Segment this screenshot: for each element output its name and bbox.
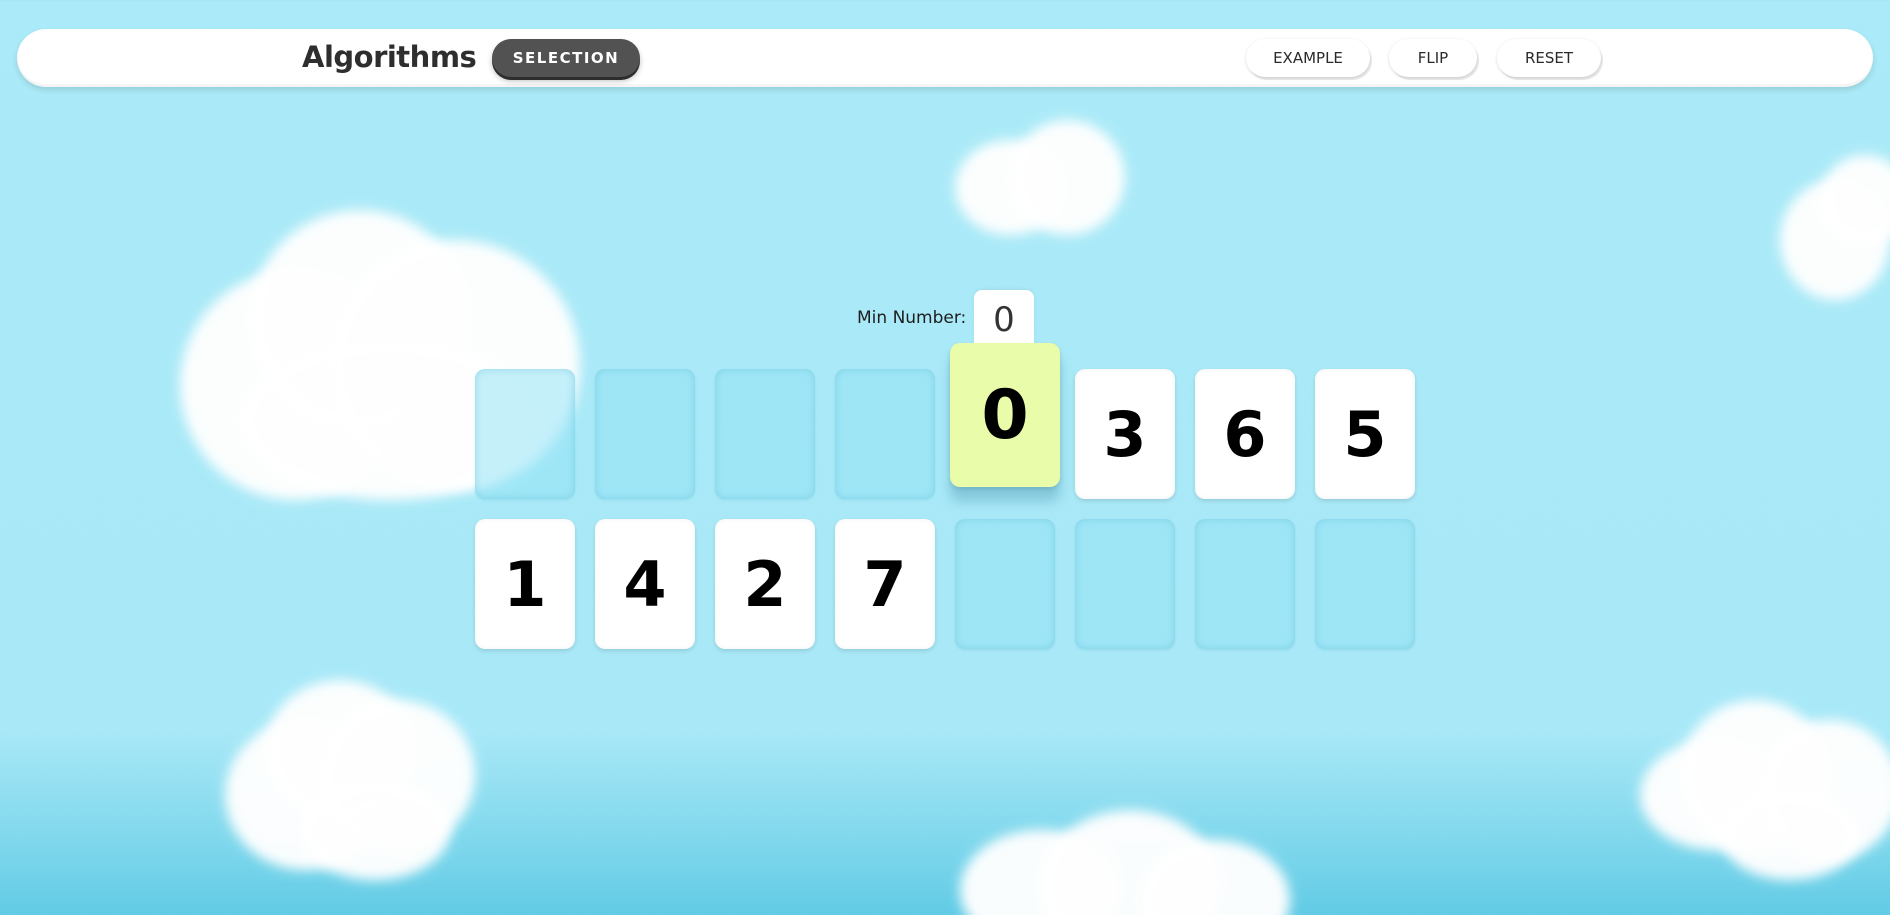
app-title: Algorithms [302,40,477,74]
number-card[interactable]: 5 [1315,369,1415,499]
sorted-card[interactable]: 1 [475,519,575,649]
min-number-label: Min Number: [857,308,967,328]
sorted-card[interactable]: 7 [835,519,935,649]
top-slot-3 [715,369,815,499]
reset-button[interactable]: RESET [1497,39,1601,77]
bottom-slot-8 [1315,519,1415,649]
algorithm-selection-button[interactable]: SELECTION [492,39,640,77]
selected-min-card[interactable]: 0 [950,343,1060,487]
top-slot-1 [475,369,575,499]
top-slot-4 [835,369,935,499]
example-button[interactable]: EXAMPLE [1246,39,1370,77]
number-card[interactable]: 6 [1195,369,1295,499]
min-number-value: 0 [974,290,1034,350]
sorted-card[interactable]: 2 [715,519,815,649]
bottom-slot-6 [1075,519,1175,649]
sorted-card[interactable]: 4 [595,519,695,649]
top-slot-2 [595,369,695,499]
bottom-slot-7 [1195,519,1295,649]
number-card[interactable]: 3 [1075,369,1175,499]
bottom-slot-5 [955,519,1055,649]
flip-button[interactable]: FLIP [1389,39,1477,77]
